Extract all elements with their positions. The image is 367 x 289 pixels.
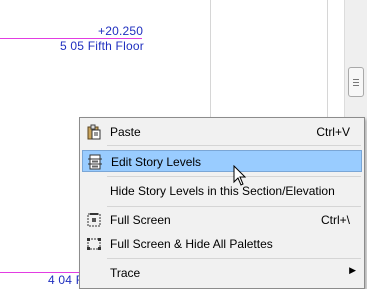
menu-separator bbox=[107, 206, 361, 207]
story-level-elevation: +20.250 bbox=[98, 24, 144, 38]
menu-item-label: Full Screen & Hide All Palettes bbox=[110, 237, 273, 251]
menu-item-label: Full Screen bbox=[110, 213, 171, 227]
menu-item-edit-story-levels[interactable]: Edit Story Levels bbox=[82, 150, 362, 172]
menu-item-label: Paste bbox=[110, 125, 141, 139]
submenu-arrow-icon: ▶ bbox=[349, 265, 356, 275]
scrollbar-thumb[interactable] bbox=[348, 67, 364, 97]
grip-icon bbox=[353, 79, 359, 86]
menu-item-paste[interactable]: Paste Ctrl+V bbox=[82, 121, 362, 143]
menu-item-full-screen[interactable]: Full Screen Ctrl+\ bbox=[82, 209, 362, 231]
menu-item-shortcut: Ctrl+V bbox=[316, 125, 350, 139]
menu-item-hide-story-levels[interactable]: Hide Story Levels in this Section/Elevat… bbox=[82, 180, 362, 202]
context-menu: Paste Ctrl+V Edit Story Levels Hide Stor… bbox=[79, 117, 365, 289]
menu-item-label: Hide Story Levels in this Section/Elevat… bbox=[110, 184, 335, 198]
menu-separator bbox=[107, 258, 361, 259]
menu-item-trace[interactable]: Trace ▶ bbox=[82, 262, 362, 284]
menu-item-label: Edit Story Levels bbox=[111, 155, 202, 169]
story-levels-icon bbox=[87, 154, 103, 170]
paste-icon bbox=[86, 124, 102, 140]
menu-item-label: Trace bbox=[110, 266, 141, 280]
menu-separator bbox=[107, 145, 361, 146]
menu-item-full-screen-hide-palettes[interactable]: Full Screen & Hide All Palettes bbox=[82, 233, 362, 255]
full-screen-hide-palettes-icon bbox=[86, 236, 102, 252]
story-level-name-lower: 4 04 F bbox=[48, 273, 84, 287]
full-screen-icon bbox=[86, 212, 102, 228]
mouse-cursor-icon bbox=[233, 165, 247, 186]
story-level-name: 5 05 Fifth Floor bbox=[60, 39, 144, 53]
menu-item-shortcut: Ctrl+\ bbox=[320, 213, 350, 227]
